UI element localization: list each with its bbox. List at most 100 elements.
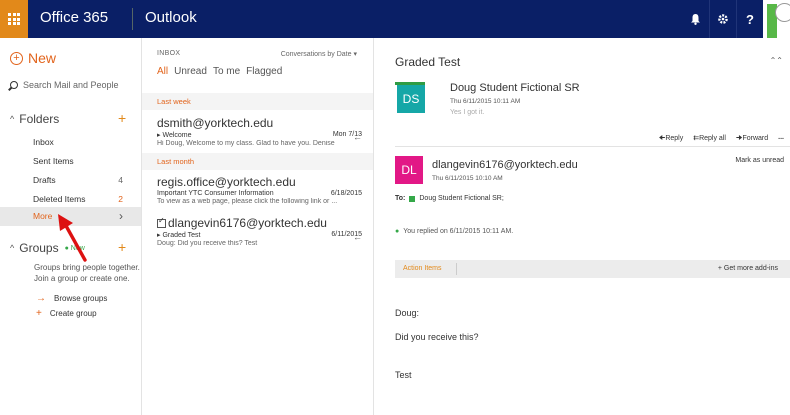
group-header-last-month: Last month	[142, 153, 373, 170]
folder-label: Inbox	[33, 137, 54, 147]
folder-drafts[interactable]: Drafts 4	[0, 171, 141, 190]
new-label: New	[28, 50, 57, 66]
to-line: To: Doug Student Fictional SR;	[395, 195, 504, 202]
message-subject: ▸ Graded Test	[157, 232, 201, 239]
folder-inbox[interactable]: Inbox	[0, 133, 141, 152]
chevron-up-icon: ^	[10, 243, 15, 253]
plus-icon: +	[36, 308, 42, 319]
forward-label: Forward	[742, 135, 769, 142]
help-button[interactable]: ?	[736, 0, 763, 38]
top-bar: Office 365 Outlook ?	[0, 0, 790, 38]
message-list: INBOX Conversations by Date ▾ All Unread…	[142, 38, 374, 415]
waffle-icon	[8, 13, 20, 25]
message-actions: 🠈Reply ⇇Reply all 🠊Forward ...	[659, 134, 784, 145]
more-actions-button[interactable]: ...	[778, 134, 784, 145]
reply-label: Reply	[665, 135, 684, 142]
message-item[interactable]: regis.office@yorktech.edu Important YTC …	[157, 175, 362, 205]
to-label: To:	[395, 195, 406, 202]
replied-notice: ● You replied on 6/11/2015 10:11 AM.	[395, 228, 513, 235]
outlook-window: Office 365 Outlook ? + New Search Mail a…	[0, 0, 790, 415]
folder-sent-items[interactable]: Sent Items	[0, 152, 141, 171]
replied-icon: ←	[353, 132, 362, 142]
get-addins-label: Get more add-ins	[723, 265, 778, 272]
create-group-label: Create group	[49, 309, 97, 318]
body-line: Did you receive this?	[395, 332, 479, 342]
to-recipient[interactable]: Doug Student Fictional SR;	[419, 195, 503, 202]
second-message-header[interactable]: DL dlangevin6176@yorktech.edu Thu 6/11/2…	[395, 156, 695, 188]
folder-label: Sent Items	[33, 156, 74, 166]
message-preview: Doug: Did you receive this? Test	[157, 240, 258, 247]
reading-pane: Graded Test ⌃⌃ DS Doug Student Fictional…	[375, 38, 790, 415]
first-message-header[interactable]: DS Doug Student Fictional SR Thu 6/11/20…	[395, 82, 755, 122]
app-title[interactable]: Outlook	[145, 9, 197, 26]
search-placeholder: Search Mail and People	[23, 80, 119, 90]
add-folder-button[interactable]: +	[118, 110, 126, 126]
app-launcher-button[interactable]	[0, 0, 28, 38]
checkbox[interactable]	[157, 216, 166, 228]
plus-circle-icon: +	[10, 51, 23, 65]
user-avatar[interactable]	[763, 0, 790, 38]
gear-icon	[718, 14, 728, 24]
body-line: Test	[395, 370, 412, 380]
folders-header[interactable]: ^ Folders	[10, 112, 59, 126]
message-item-selected[interactable]: dlangevin6176@yorktech.edu ▸ Graded Test…	[157, 216, 362, 247]
collapse-icon[interactable]: ⌃⌃	[770, 56, 783, 65]
folder-label: More	[33, 211, 53, 221]
message-date: 6/18/2015	[330, 190, 362, 197]
bell-icon	[691, 14, 700, 25]
annotation-arrow-icon	[58, 214, 87, 262]
groups-label: Groups	[19, 241, 59, 255]
separator	[395, 146, 790, 147]
new-mail-button[interactable]: + New	[10, 50, 56, 66]
sender-initials-dl: DL	[395, 156, 423, 184]
replied-icon: ←	[353, 232, 362, 242]
filter-unread[interactable]: Unread	[174, 66, 207, 77]
presence-icon	[409, 195, 416, 202]
reply-all-label: Reply all	[699, 135, 726, 142]
sender-date: Thu 6/11/2015 10:10 AM	[432, 175, 503, 182]
brand-title[interactable]: Office 365	[40, 9, 108, 26]
sender-name: dlangevin6176@yorktech.edu	[432, 159, 578, 171]
reply-all-button[interactable]: ⇇Reply all	[693, 134, 726, 145]
message-subject: Important YTC Consumer Information	[157, 190, 274, 197]
message-sender: regis.office@yorktech.edu	[157, 175, 296, 189]
filter-to-me[interactable]: To me	[213, 66, 240, 77]
filter-all[interactable]: All	[157, 66, 168, 77]
folder-label: Drafts	[33, 175, 56, 185]
sender-preview: Yes I got it.	[450, 109, 485, 116]
topbar-divider	[132, 8, 133, 30]
mark-as-unread-link[interactable]: Mark as unread	[735, 157, 784, 164]
sort-dropdown[interactable]: Conversations by Date ▾	[281, 50, 357, 58]
replied-text: You replied on 6/11/2015 10:11 AM.	[403, 228, 514, 235]
forward-button[interactable]: 🠊Forward	[736, 134, 768, 145]
message-sender: dlangevin6176@yorktech.edu	[168, 216, 327, 230]
message-item[interactable]: dsmith@yorktech.edu ▸ Welcome Mon 7/13 Hi…	[157, 116, 362, 147]
info-dot-icon: ●	[395, 228, 400, 235]
add-group-button[interactable]: +	[118, 239, 126, 255]
reply-button[interactable]: 🠈Reply	[659, 134, 683, 145]
message-preview: To view as a web page, please click the …	[157, 198, 338, 205]
action-items-tab[interactable]: Action Items	[403, 265, 442, 272]
filter-flagged[interactable]: Flagged	[246, 66, 282, 77]
arrow-right-icon: →	[36, 293, 46, 304]
sender-name: Doug Student Fictional SR	[450, 82, 580, 94]
group-header-last-week: Last week	[142, 93, 373, 110]
search-box[interactable]: Search Mail and People	[10, 80, 119, 90]
inbox-title: INBOX	[157, 50, 181, 57]
get-more-addins-button[interactable]: + Get more add-ins	[718, 265, 778, 272]
browse-groups-link[interactable]: → Browse groups	[36, 293, 107, 304]
filter-bar: All Unread To me Flagged	[157, 66, 282, 77]
divider	[456, 263, 457, 275]
sender-date: Thu 6/11/2015 10:11 AM	[450, 98, 521, 105]
sender-initials-ds: DS	[395, 82, 425, 113]
addins-bar: Action Items + Get more add-ins	[395, 260, 790, 278]
email-subject: Graded Test	[395, 55, 461, 69]
notifications-button[interactable]	[682, 0, 709, 38]
chevron-up-icon: ^	[10, 114, 15, 124]
message-subject-text: Welcome	[162, 132, 192, 139]
body-line: Doug:	[395, 308, 420, 318]
message-subject: ▸ Welcome	[157, 132, 192, 139]
folder-count: 4	[118, 175, 123, 185]
create-group-link[interactable]: + Create group	[36, 308, 97, 319]
settings-button[interactable]	[709, 0, 736, 38]
